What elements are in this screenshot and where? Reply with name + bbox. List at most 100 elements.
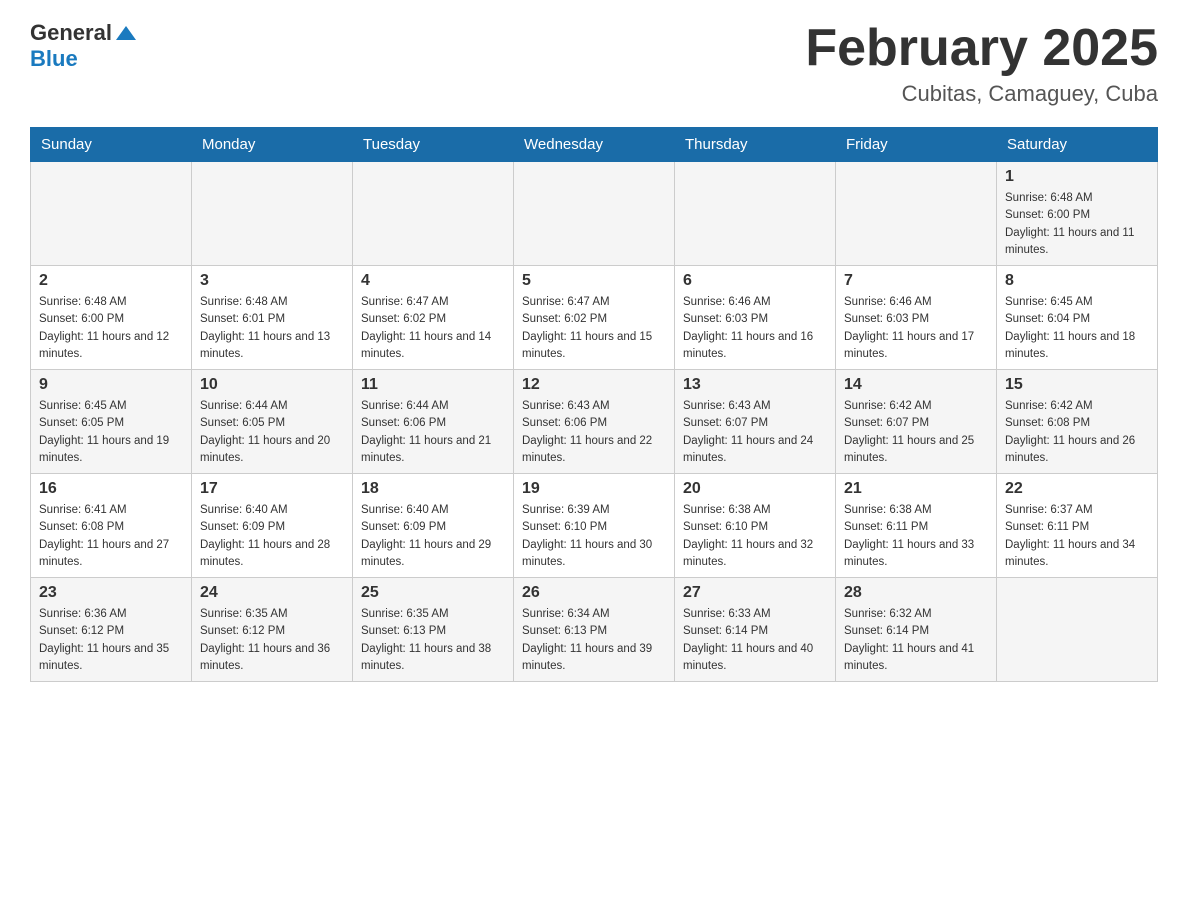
day-info: Sunrise: 6:33 AM Sunset: 6:14 PM Dayligh… bbox=[683, 606, 827, 675]
day-info: Sunrise: 6:43 AM Sunset: 6:07 PM Dayligh… bbox=[683, 398, 827, 467]
weekday-header-tuesday: Tuesday bbox=[353, 128, 514, 162]
calendar-cell: 20 Sunrise: 6:38 AM Sunset: 6:10 PM Dayli… bbox=[675, 474, 836, 578]
day-info: Sunrise: 6:40 AM Sunset: 6:09 PM Dayligh… bbox=[200, 502, 344, 571]
calendar-cell: 6 Sunrise: 6:46 AM Sunset: 6:03 PM Daylig… bbox=[675, 266, 836, 370]
calendar-cell: 13 Sunrise: 6:43 AM Sunset: 6:07 PM Dayli… bbox=[675, 370, 836, 474]
weekday-header-row: SundayMondayTuesdayWednesdayThursdayFrid… bbox=[31, 128, 1158, 162]
calendar-cell: 15Sunrise: 6:42 AM Sunset: 6:08 PM Dayli… bbox=[997, 370, 1158, 474]
day-info: Sunrise: 6:40 AM Sunset: 6:09 PM Dayligh… bbox=[361, 502, 505, 571]
day-info: Sunrise: 6:42 AM Sunset: 6:07 PM Dayligh… bbox=[844, 398, 988, 467]
calendar-subtitle: Cubitas, Camaguey, Cuba bbox=[805, 81, 1158, 107]
calendar-cell bbox=[997, 578, 1158, 682]
day-info: Sunrise: 6:36 AM Sunset: 6:12 PM Dayligh… bbox=[39, 606, 183, 675]
day-info: Sunrise: 6:39 AM Sunset: 6:10 PM Dayligh… bbox=[522, 502, 666, 571]
calendar-week-row: 1 Sunrise: 6:48 AM Sunset: 6:00 PM Daylig… bbox=[31, 162, 1158, 266]
calendar-cell: 5 Sunrise: 6:47 AM Sunset: 6:02 PM Daylig… bbox=[514, 266, 675, 370]
day-number: 20 bbox=[683, 480, 827, 498]
day-info: Sunrise: 6:46 AM Sunset: 6:03 PM Dayligh… bbox=[683, 294, 827, 363]
day-info: Sunrise: 6:38 AM Sunset: 6:11 PM Dayligh… bbox=[844, 502, 988, 571]
calendar-cell: 17 Sunrise: 6:40 AM Sunset: 6:09 PM Dayli… bbox=[192, 474, 353, 578]
calendar-cell: 2 Sunrise: 6:48 AM Sunset: 6:00 PM Daylig… bbox=[31, 266, 192, 370]
day-number: 1 bbox=[1005, 168, 1149, 186]
day-number: 27 bbox=[683, 584, 827, 602]
calendar-cell bbox=[192, 162, 353, 266]
weekday-header-friday: Friday bbox=[836, 128, 997, 162]
day-info: Sunrise: 6:46 AM Sunset: 6:03 PM Dayligh… bbox=[844, 294, 988, 363]
day-number: 14 bbox=[844, 376, 988, 394]
logo: General Blue bbox=[30, 20, 136, 72]
calendar-week-row: 23 Sunrise: 6:36 AM Sunset: 6:12 PM Dayli… bbox=[31, 578, 1158, 682]
day-number: 6 bbox=[683, 272, 827, 290]
weekday-header-wednesday: Wednesday bbox=[514, 128, 675, 162]
page-header: General Blue February 2025 Cubitas, Cama… bbox=[30, 20, 1158, 107]
day-number: 25 bbox=[361, 584, 505, 602]
calendar-cell: 12 Sunrise: 6:43 AM Sunset: 6:06 PM Dayli… bbox=[514, 370, 675, 474]
day-number: 19 bbox=[522, 480, 666, 498]
day-number: 2 bbox=[39, 272, 183, 290]
calendar-cell: 7 Sunrise: 6:46 AM Sunset: 6:03 PM Daylig… bbox=[836, 266, 997, 370]
calendar-cell: 14 Sunrise: 6:42 AM Sunset: 6:07 PM Dayli… bbox=[836, 370, 997, 474]
day-number: 28 bbox=[844, 584, 988, 602]
day-info: Sunrise: 6:42 AM Sunset: 6:08 PM Dayligh… bbox=[1005, 398, 1149, 467]
calendar-title: February 2025 bbox=[805, 20, 1158, 77]
day-number: 24 bbox=[200, 584, 344, 602]
day-info: Sunrise: 6:48 AM Sunset: 6:00 PM Dayligh… bbox=[1005, 190, 1149, 259]
day-info: Sunrise: 6:41 AM Sunset: 6:08 PM Dayligh… bbox=[39, 502, 183, 571]
calendar-table: SundayMondayTuesdayWednesdayThursdayFrid… bbox=[30, 127, 1158, 682]
calendar-cell: 9Sunrise: 6:45 AM Sunset: 6:05 PM Daylig… bbox=[31, 370, 192, 474]
day-info: Sunrise: 6:47 AM Sunset: 6:02 PM Dayligh… bbox=[361, 294, 505, 363]
calendar-cell: 21 Sunrise: 6:38 AM Sunset: 6:11 PM Dayli… bbox=[836, 474, 997, 578]
day-number: 3 bbox=[200, 272, 344, 290]
day-info: Sunrise: 6:44 AM Sunset: 6:06 PM Dayligh… bbox=[361, 398, 505, 467]
calendar-cell: 23 Sunrise: 6:36 AM Sunset: 6:12 PM Dayli… bbox=[31, 578, 192, 682]
calendar-cell: 10Sunrise: 6:44 AM Sunset: 6:05 PM Dayli… bbox=[192, 370, 353, 474]
calendar-cell bbox=[675, 162, 836, 266]
calendar-cell: 27 Sunrise: 6:33 AM Sunset: 6:14 PM Dayli… bbox=[675, 578, 836, 682]
calendar-cell bbox=[836, 162, 997, 266]
day-number: 18 bbox=[361, 480, 505, 498]
calendar-cell: 19 Sunrise: 6:39 AM Sunset: 6:10 PM Dayli… bbox=[514, 474, 675, 578]
calendar-cell: 1 Sunrise: 6:48 AM Sunset: 6:00 PM Daylig… bbox=[997, 162, 1158, 266]
day-info: Sunrise: 6:37 AM Sunset: 6:11 PM Dayligh… bbox=[1005, 502, 1149, 571]
logo-triangle-icon bbox=[116, 26, 136, 40]
calendar-cell: 22 Sunrise: 6:37 AM Sunset: 6:11 PM Dayli… bbox=[997, 474, 1158, 578]
day-info: Sunrise: 6:48 AM Sunset: 6:01 PM Dayligh… bbox=[200, 294, 344, 363]
day-number: 22 bbox=[1005, 480, 1149, 498]
day-number: 5 bbox=[522, 272, 666, 290]
day-info: Sunrise: 6:48 AM Sunset: 6:00 PM Dayligh… bbox=[39, 294, 183, 363]
calendar-week-row: 2 Sunrise: 6:48 AM Sunset: 6:00 PM Daylig… bbox=[31, 266, 1158, 370]
day-number: 16 bbox=[39, 480, 183, 498]
day-number: 7 bbox=[844, 272, 988, 290]
calendar-cell: 3 Sunrise: 6:48 AM Sunset: 6:01 PM Daylig… bbox=[192, 266, 353, 370]
day-number: 13 bbox=[683, 376, 827, 394]
day-number: 21 bbox=[844, 480, 988, 498]
day-number: 17 bbox=[200, 480, 344, 498]
day-info: Sunrise: 6:45 AM Sunset: 6:04 PM Dayligh… bbox=[1005, 294, 1149, 363]
calendar-week-row: 16 Sunrise: 6:41 AM Sunset: 6:08 PM Dayli… bbox=[31, 474, 1158, 578]
day-info: Sunrise: 6:32 AM Sunset: 6:14 PM Dayligh… bbox=[844, 606, 988, 675]
day-info: Sunrise: 6:47 AM Sunset: 6:02 PM Dayligh… bbox=[522, 294, 666, 363]
day-number: 11 bbox=[361, 376, 505, 394]
day-info: Sunrise: 6:43 AM Sunset: 6:06 PM Dayligh… bbox=[522, 398, 666, 467]
title-section: February 2025 Cubitas, Camaguey, Cuba bbox=[805, 20, 1158, 107]
weekday-header-thursday: Thursday bbox=[675, 128, 836, 162]
calendar-cell: 24 Sunrise: 6:35 AM Sunset: 6:12 PM Dayli… bbox=[192, 578, 353, 682]
calendar-cell bbox=[514, 162, 675, 266]
calendar-cell bbox=[31, 162, 192, 266]
weekday-header-sunday: Sunday bbox=[31, 128, 192, 162]
calendar-week-row: 9Sunrise: 6:45 AM Sunset: 6:05 PM Daylig… bbox=[31, 370, 1158, 474]
calendar-cell: 8 Sunrise: 6:45 AM Sunset: 6:04 PM Daylig… bbox=[997, 266, 1158, 370]
day-info: Sunrise: 6:38 AM Sunset: 6:10 PM Dayligh… bbox=[683, 502, 827, 571]
calendar-cell: 16 Sunrise: 6:41 AM Sunset: 6:08 PM Dayli… bbox=[31, 474, 192, 578]
logo-blue: Blue bbox=[30, 46, 136, 72]
calendar-cell: 26Sunrise: 6:34 AM Sunset: 6:13 PM Dayli… bbox=[514, 578, 675, 682]
calendar-cell: 18 Sunrise: 6:40 AM Sunset: 6:09 PM Dayli… bbox=[353, 474, 514, 578]
weekday-header-saturday: Saturday bbox=[997, 128, 1158, 162]
calendar-cell: 25Sunrise: 6:35 AM Sunset: 6:13 PM Dayli… bbox=[353, 578, 514, 682]
calendar-cell: 11 Sunrise: 6:44 AM Sunset: 6:06 PM Dayli… bbox=[353, 370, 514, 474]
day-info: Sunrise: 6:35 AM Sunset: 6:12 PM Dayligh… bbox=[200, 606, 344, 675]
day-number: 12 bbox=[522, 376, 666, 394]
day-number: 8 bbox=[1005, 272, 1149, 290]
day-number: 23 bbox=[39, 584, 183, 602]
day-number: 9 bbox=[39, 376, 183, 394]
